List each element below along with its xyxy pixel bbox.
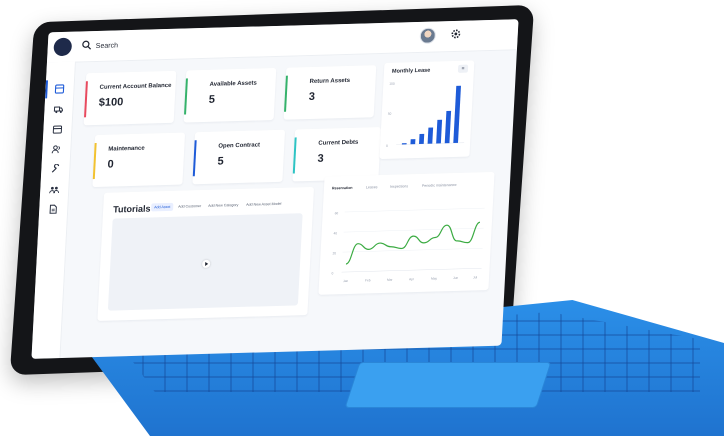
line-x-tick: Jul bbox=[473, 275, 478, 279]
lease-bar bbox=[453, 85, 461, 144]
truck-icon[interactable] bbox=[53, 104, 64, 114]
lease-bar bbox=[410, 139, 416, 145]
tab-periodic-maintenance[interactable]: Periodic maintenance bbox=[422, 183, 457, 188]
monthly-lease-title: Monthly Lease bbox=[391, 67, 431, 75]
card-label: Current Account Balance bbox=[99, 82, 172, 91]
line-series bbox=[345, 221, 481, 265]
line-y-tick: 40 bbox=[333, 231, 337, 235]
line-chart-card: Reservation Leases Inspections Periodic … bbox=[318, 171, 495, 295]
card-current-debts[interactable]: Current Debts 3 bbox=[292, 127, 382, 182]
card-accent-bar bbox=[192, 140, 197, 177]
calendar-icon[interactable] bbox=[52, 124, 63, 134]
line-y-tick: 60 bbox=[335, 211, 339, 215]
avatar[interactable] bbox=[419, 27, 437, 44]
trackpad bbox=[344, 362, 552, 408]
sidebar-active-indicator bbox=[45, 80, 49, 99]
card-accent-bar bbox=[92, 142, 97, 180]
card-label: Maintenance bbox=[108, 145, 145, 153]
dashboard-icon[interactable] bbox=[54, 84, 65, 94]
line-x-tick: Apr bbox=[409, 277, 415, 281]
line-x-tick: Mar bbox=[387, 278, 394, 282]
card-available-assets[interactable]: Available Assets 5 bbox=[183, 67, 277, 123]
tutorial-video[interactable] bbox=[107, 213, 303, 311]
card-value: 0 bbox=[107, 158, 114, 171]
tutorials-card: Tutorials Add Asset Add Customer Add New… bbox=[97, 186, 315, 321]
tutorials-title: Tutorials bbox=[112, 203, 151, 215]
device-scene: Current Account Balance $100 Available A… bbox=[0, 0, 724, 436]
card-value: 3 bbox=[308, 90, 316, 104]
users-icon[interactable] bbox=[51, 144, 62, 154]
tab-add-new-asset-model[interactable]: Add New Asset Model bbox=[243, 200, 285, 209]
card-label: Open Contract bbox=[218, 142, 261, 150]
lease-y-tick: 0 bbox=[386, 144, 388, 148]
tab-leases[interactable]: Leases bbox=[366, 185, 378, 189]
line-x-tick: May bbox=[431, 276, 438, 280]
card-value: 5 bbox=[217, 155, 224, 168]
lease-y-tick: 50 bbox=[388, 112, 392, 116]
lease-bar bbox=[427, 127, 434, 144]
lease-bar bbox=[401, 143, 407, 145]
group-icon[interactable] bbox=[49, 184, 60, 194]
lease-bar bbox=[444, 110, 452, 144]
card-value: $100 bbox=[98, 96, 124, 109]
line-y-tick: 0 bbox=[331, 271, 333, 275]
tab-reservation[interactable]: Reservation bbox=[332, 186, 353, 191]
tab-add-asset[interactable]: Add Asset bbox=[151, 202, 174, 212]
card-value: 3 bbox=[317, 152, 324, 165]
app-logo[interactable] bbox=[53, 37, 73, 57]
card-open-contract[interactable]: Open Contract 5 bbox=[192, 129, 286, 185]
card-current-account-balance[interactable]: Current Account Balance $100 bbox=[83, 70, 177, 126]
monthly-lease-card: Monthly Lease ≡ 100 50 0 bbox=[379, 60, 475, 160]
lease-y-tick: 100 bbox=[389, 82, 395, 86]
play-icon[interactable] bbox=[201, 259, 211, 269]
wrench-icon[interactable] bbox=[50, 163, 61, 174]
document-icon[interactable] bbox=[48, 204, 59, 214]
line-y-tick: 20 bbox=[332, 251, 336, 255]
menu-icon[interactable]: ≡ bbox=[457, 64, 469, 73]
card-return-assets[interactable]: Return Assets 3 bbox=[283, 65, 377, 120]
line-x-tick: Jun bbox=[453, 276, 459, 280]
search-input[interactable] bbox=[95, 36, 187, 54]
card-value: 5 bbox=[208, 93, 216, 106]
gear-icon[interactable] bbox=[450, 28, 463, 40]
line-x-tick: Jan bbox=[343, 279, 349, 283]
lease-bar bbox=[436, 119, 443, 144]
card-accent-bar bbox=[292, 137, 297, 174]
lease-bar bbox=[419, 133, 425, 144]
tab-inspections[interactable]: Inspections bbox=[390, 184, 408, 189]
search-icon[interactable] bbox=[82, 40, 93, 50]
line-chart: 60 40 20 0 Jan Feb Mar Apr May Jun Jul bbox=[331, 207, 485, 283]
card-accent-bar bbox=[284, 75, 288, 112]
card-accent-bar bbox=[184, 78, 188, 115]
card-accent-bar bbox=[84, 81, 88, 118]
card-label: Current Debts bbox=[318, 139, 359, 147]
dashboard-screen: Current Account Balance $100 Available A… bbox=[31, 19, 519, 359]
card-maintenance[interactable]: Maintenance 0 bbox=[92, 132, 186, 188]
tab-add-new-category[interactable]: Add New Category bbox=[205, 201, 242, 210]
card-label: Available Assets bbox=[209, 80, 257, 88]
monthly-lease-chart: 100 50 0 bbox=[386, 82, 465, 148]
tab-add-customer[interactable]: Add Customer bbox=[175, 202, 204, 211]
card-label: Return Assets bbox=[309, 77, 351, 86]
line-x-tick: Feb bbox=[365, 278, 371, 282]
